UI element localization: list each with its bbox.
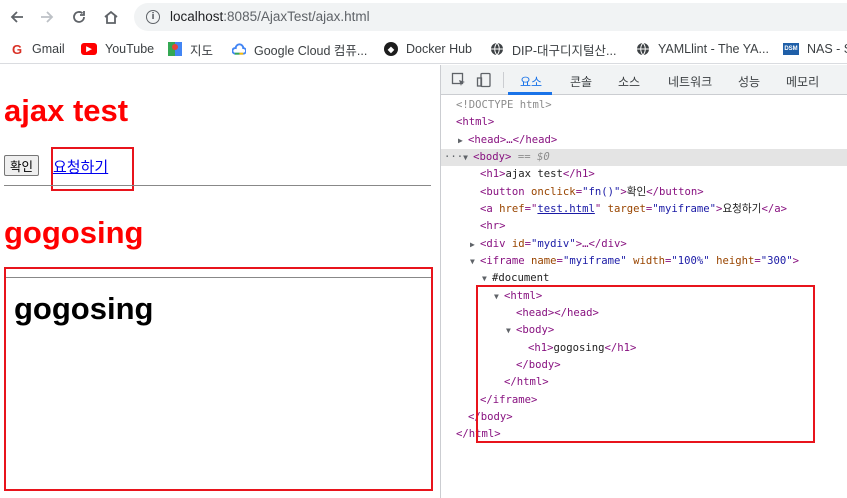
myiframe[interactable]: gogosing (4, 267, 433, 491)
device-toolbar-icon[interactable] (476, 72, 492, 88)
tab-separator (503, 72, 504, 88)
dom-button[interactable]: <button onclick="fn()">확인</button> (480, 184, 704, 201)
forward-arrow-icon[interactable] (36, 6, 58, 28)
dom-body-selected[interactable]: ···▼ <body> == $0 (441, 149, 847, 166)
confirm-button[interactable]: 확인 (4, 155, 40, 176)
dom-div[interactable]: ▶ <div id="mydiv">…</div> (470, 236, 627, 253)
horizontal-rule (4, 185, 431, 186)
tab-memory[interactable]: 메모리 (786, 73, 819, 90)
iframe-heading: gogosing (14, 291, 154, 326)
highlight-box-iframe (476, 285, 815, 443)
dom-tree: <!DOCTYPE html> <html> ▶ <head>…</head> ·… (441, 96, 847, 498)
devtools-tab-bar: 요소 콘솔 소스 네트워크 성능 메모리 (441, 65, 847, 95)
bookmark-youtube[interactable]: ▶ YouTube (81, 40, 154, 58)
bookmark-docker-hub[interactable]: ◆ Docker Hub (384, 40, 472, 58)
google-cloud-icon (232, 42, 246, 56)
href-link[interactable]: test.html (537, 203, 594, 215)
page-viewport: ajax test 확인 요청하기 gogosing gogosing (0, 65, 440, 498)
page-title: ajax test (4, 93, 129, 128)
tab-performance[interactable]: 성능 (738, 73, 760, 90)
iframe-horizontal-rule (6, 277, 431, 278)
tab-elements[interactable]: 요소 (520, 73, 542, 90)
active-tab-indicator (508, 92, 552, 95)
docker-icon: ◆ (384, 42, 398, 56)
bookmark-dip[interactable]: DIP-대구디지털산... (490, 40, 616, 58)
bookmarks-bar: G Gmail ▶ YouTube 지도 Google Cloud 컴퓨... … (0, 34, 847, 64)
youtube-icon: ▶ (81, 43, 97, 55)
dom-head[interactable]: ▶ <head>…</head> (458, 132, 557, 149)
tab-console[interactable]: 콘솔 (570, 73, 592, 90)
devtools-panel: 요소 콘솔 소스 네트워크 성능 메모리 <!DOCTYPE html> <ht… (440, 65, 847, 498)
tab-network[interactable]: 네트워크 (668, 73, 712, 90)
dom-iframe[interactable]: ▼ <iframe name="myiframe" width="100%" he… (470, 253, 799, 270)
maps-icon (168, 42, 182, 56)
browser-toolbar: i localhost:8085/AjaxTest/ajax.html (0, 0, 847, 34)
expand-triangle-icon[interactable]: ▶ (470, 236, 480, 253)
more-dots-icon[interactable]: ··· (444, 151, 463, 163)
site-info-icon[interactable]: i (146, 10, 160, 24)
bookmark-yamllint[interactable]: YAMLlint - The YA... (636, 40, 769, 58)
globe-icon (636, 42, 650, 56)
tab-sources[interactable]: 소스 (618, 73, 640, 90)
address-bar[interactable]: i localhost:8085/AjaxTest/ajax.html (134, 3, 847, 31)
gmail-icon: G (11, 41, 23, 57)
inspect-element-icon[interactable] (451, 72, 467, 88)
dsm-icon: DSM (783, 43, 799, 55)
home-icon[interactable] (100, 6, 122, 28)
collapse-triangle-icon[interactable]: ▼ (470, 253, 480, 270)
collapse-triangle-icon[interactable]: ▼ (463, 149, 473, 166)
bookmark-gmail[interactable]: G Gmail (10, 40, 65, 58)
url-text: localhost:8085/AjaxTest/ajax.html (170, 9, 370, 24)
reload-icon[interactable] (68, 6, 90, 28)
expand-triangle-icon[interactable]: ▶ (458, 132, 468, 149)
bookmark-google-cloud[interactable]: Google Cloud 컴퓨... (232, 40, 367, 58)
dom-html-open[interactable]: <html> (456, 114, 494, 131)
dom-anchor[interactable]: <a href="test.html" target="myiframe">요청… (480, 201, 787, 218)
bookmark-nas[interactable]: DSM NAS - S (783, 40, 847, 58)
dom-hr[interactable]: <hr> (480, 218, 506, 235)
bookmark-maps[interactable]: 지도 (168, 40, 213, 58)
back-arrow-icon[interactable] (6, 6, 28, 28)
mydiv-heading: gogosing (4, 215, 144, 250)
dom-doctype[interactable]: <!DOCTYPE html> (456, 97, 552, 114)
globe-icon (490, 42, 504, 56)
dom-h1[interactable]: <h1>ajax test</h1> (480, 166, 595, 183)
